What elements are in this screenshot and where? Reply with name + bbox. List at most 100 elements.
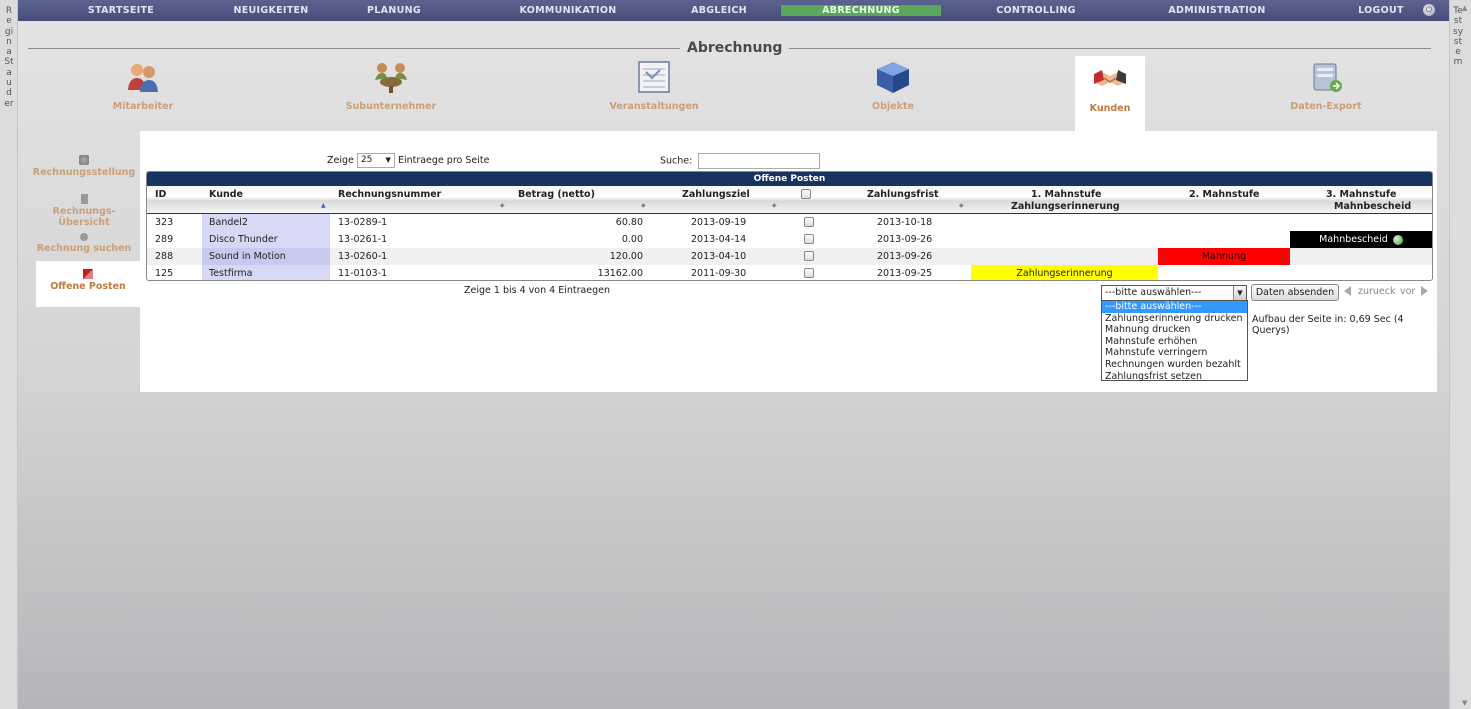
page-scrollbar[interactable]: ▲ ▼ — [1462, 0, 1470, 709]
search-label: Suche: — [660, 155, 693, 167]
globe-icon[interactable] — [1392, 234, 1403, 245]
action-dropdown-list: ---bitte auswählen--- Zahlungserinnerung… — [1101, 300, 1248, 383]
nav-abrechnung[interactable]: ABRECHNUNG — [781, 5, 941, 16]
open-items-table: Offene Posten ID Kunde ▲ Rechnungsnummer… — [146, 171, 1433, 281]
cell-zahlungsfrist: 2013-09-26 — [877, 234, 933, 245]
action-option[interactable]: Mahnung drucken — [1102, 324, 1247, 336]
cell-kunde: Sound in Motion — [209, 251, 286, 262]
meeting-icon — [375, 63, 407, 93]
subnav-offene-posten[interactable]: Offene Posten — [36, 261, 140, 307]
nav-logout[interactable]: LOGOUT — [1336, 5, 1426, 16]
nav-neuigkeiten[interactable]: NEUIGKEITEN — [216, 5, 326, 16]
action-option[interactable]: Rechnungen wurden bezahlt — [1102, 359, 1247, 371]
cell-betrag: 120.00 — [609, 251, 643, 262]
page-size-value: 25 — [360, 155, 373, 165]
subnav-label: Rechnung suchen — [36, 243, 132, 254]
nav-abgleich[interactable]: ABGLEICH — [664, 5, 774, 16]
scroll-up-icon[interactable]: ▲ — [1462, 4, 1467, 12]
cell-betrag: 0.00 — [621, 234, 643, 245]
scroll-down-icon[interactable]: ▼ — [1462, 699, 1467, 707]
cell-zahlungsziel: 2013-04-10 — [691, 251, 747, 262]
th-mahnstufe-3[interactable]: 3. Mahnstufe — [1326, 189, 1396, 200]
module-subunternehmer[interactable]: Subunternehmer — [331, 60, 451, 112]
select-all-checkbox[interactable] — [801, 189, 811, 199]
action-option[interactable]: ---bitte auswählen--- — [1102, 301, 1247, 313]
nav-controlling[interactable]: CONTROLLING — [976, 5, 1096, 16]
row-checkbox[interactable] — [804, 251, 814, 261]
row-checkbox[interactable] — [804, 217, 814, 227]
invoice-create-icon — [79, 155, 89, 165]
action-option[interactable]: Zahlungserinnerung drucken — [1102, 313, 1247, 325]
th-mahnstufe-2[interactable]: 2. Mahnstufe — [1189, 189, 1259, 200]
action-select[interactable]: ---bitte auswählen--- ▼ — [1101, 285, 1247, 301]
subnav-label: Offene Posten — [50, 281, 126, 292]
nav-administration[interactable]: ADMINISTRATION — [1152, 5, 1282, 16]
action-option[interactable]: Mahnstufe verringern — [1102, 347, 1247, 359]
schedule-icon — [638, 61, 670, 93]
open-items-icon — [83, 269, 93, 279]
action-option[interactable]: Mahnstufe erhöhen — [1102, 336, 1247, 348]
module-label: Daten-Export — [1290, 101, 1362, 112]
th-mahnstufe-1[interactable]: 1. Mahnstufe — [1031, 189, 1101, 200]
sort-icon: ◆ — [641, 202, 646, 209]
top-navigation: STARTSEITE NEUIGKEITEN PLANUNG KOMMUNIKA… — [18, 0, 1449, 21]
th-betrag[interactable]: Betrag (netto) — [518, 189, 595, 200]
submit-button[interactable]: Daten absenden — [1251, 284, 1339, 301]
nav-planung[interactable]: PLANUNG — [339, 5, 449, 16]
handshake-icon — [1094, 70, 1126, 86]
prev-link[interactable]: zurueck — [1358, 286, 1396, 297]
module-daten-export[interactable]: Daten-Export — [1266, 60, 1386, 112]
row-checkbox[interactable] — [804, 268, 814, 278]
next-link[interactable]: vor — [1400, 286, 1415, 297]
sort-icon: ◆ — [772, 202, 777, 209]
sort-icon: ◆ — [959, 202, 964, 209]
mahnbescheid-label: Mahnbescheid — [1319, 234, 1388, 245]
subnav-rechnung-suchen[interactable]: Rechnung suchen — [28, 233, 140, 254]
th-zahlungsfrist[interactable]: Zahlungsfrist — [867, 189, 939, 200]
page-size-select[interactable]: 25 ▼ — [356, 153, 395, 168]
row-checkbox[interactable] — [804, 234, 814, 244]
cell-rechnungsnummer: 13-0261-1 — [338, 234, 388, 245]
th-id[interactable]: ID — [155, 189, 166, 200]
cell-rechnungsnummer: 13-0260-1 — [338, 251, 388, 262]
th-kunde[interactable]: Kunde — [209, 189, 243, 200]
table-row[interactable]: 288 Sound in Motion 13-0260-1 120.00 201… — [147, 248, 1432, 265]
cell-id: 288 — [155, 251, 174, 262]
sort-icon: ◆ — [500, 202, 505, 209]
table-row[interactable]: 125 Testfirma 11-0103-1 13162.00 2011-09… — [147, 265, 1432, 280]
cell-rechnungsnummer: 13-0289-1 — [338, 217, 388, 228]
nav-kommunikation[interactable]: KOMMUNIKATION — [498, 5, 638, 16]
module-objekte[interactable]: Objekte — [833, 60, 953, 112]
th-rechnungsnummer[interactable]: Rechnungsnummer — [338, 189, 441, 200]
table-row[interactable]: 323 Bandel2 13-0289-1 60.80 2013-09-19 2… — [147, 214, 1432, 231]
action-select-value: ---bitte auswählen--- — [1105, 287, 1202, 298]
th-mahnstufe-1-sub: Zahlungserinnerung — [1011, 201, 1120, 212]
cell-zahlungsfrist: 2013-09-25 — [877, 268, 933, 279]
module-kunden[interactable]: Kunden — [1075, 56, 1145, 131]
table-row[interactable]: 289 Disco Thunder 13-0261-1 0.00 2013-04… — [147, 231, 1432, 249]
logout-power-icon[interactable]: ⏻ — [1423, 4, 1435, 16]
search-input[interactable] — [698, 153, 821, 169]
table-body: 323 Bandel2 13-0289-1 60.80 2013-09-19 2… — [147, 214, 1432, 280]
cell-zahlungsziel: 2013-09-19 — [691, 217, 747, 228]
cell-betrag: 13162.00 — [597, 268, 643, 279]
render-time-info: Aufbau der Seite in: 0,69 Sec (4 Querys) — [1252, 314, 1404, 336]
th-mahnstufe-3-sub: Mahnbescheid — [1334, 201, 1412, 212]
cell-id: 125 — [155, 268, 174, 279]
action-option[interactable]: Zahlungsfrist setzen — [1102, 371, 1247, 383]
user-name-vertical: Regina Stauder — [4, 6, 14, 109]
th-zahlungsziel[interactable]: Zahlungsziel — [682, 189, 750, 200]
subnav-rechnungs-uebersicht[interactable]: Rechnungs-Übersicht — [28, 194, 140, 228]
chevron-down-icon[interactable]: ▼ — [1233, 286, 1246, 300]
next-arrow-icon[interactable] — [1421, 286, 1428, 296]
per-page-label: Eintraege pro Seite — [397, 155, 490, 166]
cell-zahlungsziel: 2011-09-30 — [691, 268, 747, 279]
prev-arrow-icon[interactable] — [1344, 286, 1351, 296]
chevron-down-icon: ▼ — [385, 156, 391, 164]
entries-info: Zeige 1 bis 4 von 4 Eintraegen — [464, 285, 611, 296]
module-veranstaltungen[interactable]: Veranstaltungen — [594, 60, 714, 112]
cell-zahlungsziel: 2013-04-14 — [691, 234, 747, 245]
module-mitarbeiter[interactable]: Mitarbeiter — [83, 60, 203, 112]
nav-startseite[interactable]: STARTSEITE — [66, 5, 176, 16]
subnav-rechnungsstellung[interactable]: Rechnungsstellung — [28, 155, 140, 178]
